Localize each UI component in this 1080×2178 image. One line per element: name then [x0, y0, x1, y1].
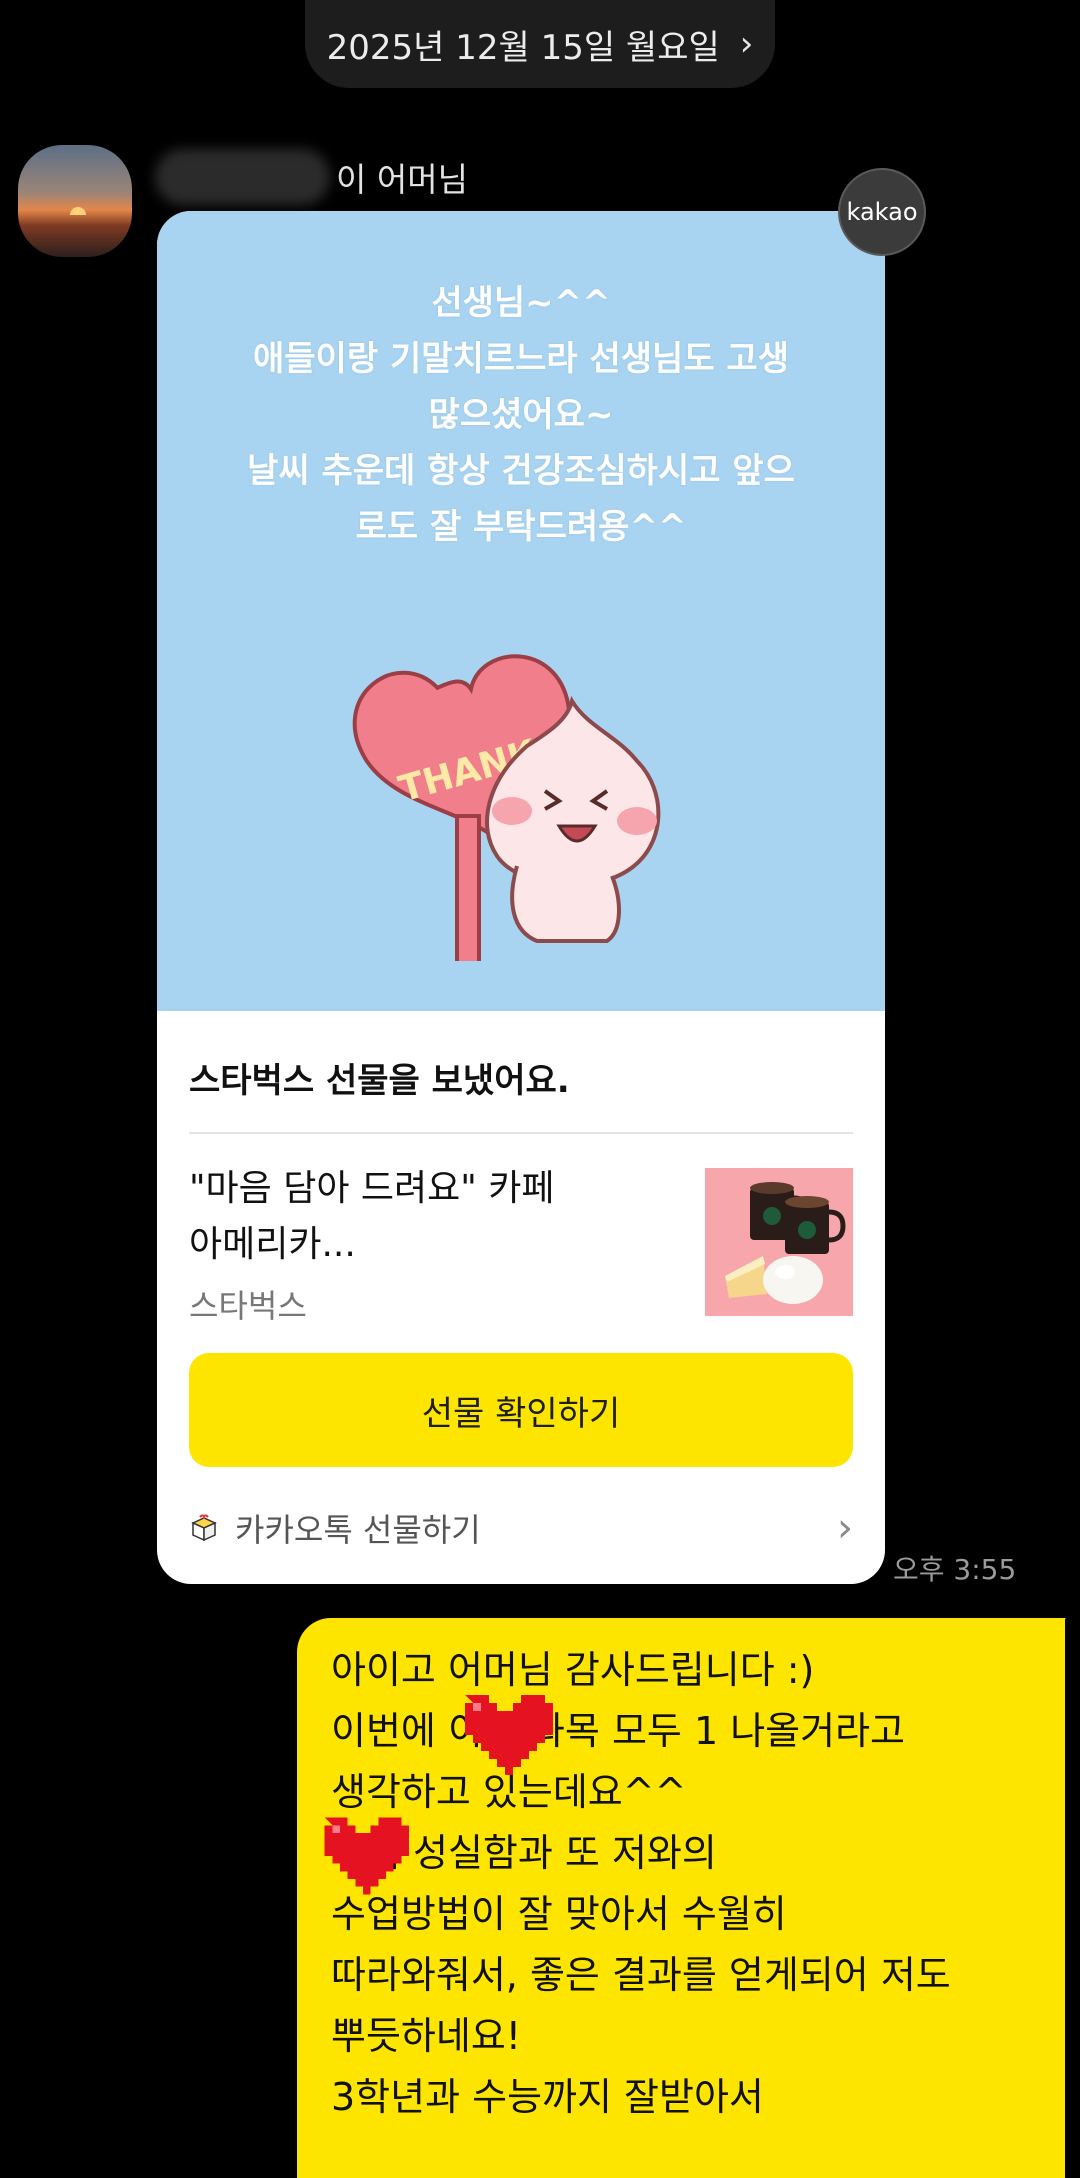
message-line: 애들이랑 기말치르느라 선생님도 고생	[253, 339, 789, 379]
gift-card[interactable]: 선생님~^^ 애들이랑 기말치르느라 선생님도 고생 많으셨어요~ 날씨 추운데…	[157, 211, 885, 1584]
sender-suffix: 이 어머님	[336, 160, 468, 199]
kakao-badge[interactable]: kakao	[838, 168, 926, 256]
message-line: 아이고 어머님 감사드립니다 :)	[331, 1648, 815, 1692]
kakaotalk-gift-link[interactable]: 카카오톡 선물하기 ›	[189, 1501, 853, 1555]
product-name-line: 아메리카...	[189, 1224, 356, 1265]
message-line: 3학년과 수능까지 잘받아서	[331, 2075, 764, 2119]
product-name[interactable]: "마음 담아 드려요" 카페 아메리카...	[189, 1161, 609, 1273]
card-message: 선생님~^^ 애들이랑 기말치르느라 선생님도 고생 많으셨어요~ 날씨 추운데…	[177, 275, 865, 555]
message-line: 생각하고 있는데요^^	[331, 1770, 687, 1814]
product-brand: 스타벅스	[189, 1287, 307, 1325]
divider	[189, 1132, 853, 1134]
message-line: 이번에 이 두과목 모두 1 나올거라고	[331, 1709, 906, 1753]
message-line: 로도 잘 부탁드려용^^	[355, 507, 687, 547]
sender-name: 이 어머님	[155, 149, 468, 205]
gift-box-icon	[191, 1514, 217, 1542]
product-image[interactable]	[705, 1168, 853, 1316]
view-gift-button[interactable]: 선물 확인하기	[189, 1353, 853, 1467]
message-line: 수업방법이 잘 맞아서 수월히	[331, 1892, 787, 1936]
chevron-right-icon: ›	[739, 24, 754, 64]
message-timestamp: 오후 3:55	[893, 1553, 1017, 1586]
outgoing-message-text: 아이고 어머님 감사드립니다 :) 이번에 이 두과목 모두 1 나올거라고 생…	[331, 1640, 1051, 2128]
thanks-peach-sticker: THANKS	[352, 654, 661, 961]
date-header[interactable]: 2025년 12월 15일 월요일 ›	[305, 0, 775, 88]
heart-redaction-icon	[324, 1817, 409, 1895]
message-line: 따라와줘서, 좋은 결과를 얻게되어 저도	[331, 1953, 951, 1997]
heart-redaction-icon	[465, 1695, 553, 1775]
card-message-area: 선생님~^^ 애들이랑 기말치르느라 선생님도 고생 많으셨어요~ 날씨 추운데…	[157, 211, 885, 1011]
date-label: 2025년 12월 15일 월요일	[326, 27, 720, 68]
chevron-right-icon: ›	[837, 1505, 853, 1551]
gift-footer-label: 카카오톡 선물하기	[235, 1511, 481, 1549]
product-name-line: "마음 담아 드려요" 카페	[189, 1168, 555, 1209]
message-line: 이의 성실함과 또 저와의	[331, 1831, 717, 1875]
outgoing-message-bubble[interactable]: 아이고 어머님 감사드립니다 :) 이번에 이 두과목 모두 1 나올거라고 생…	[297, 1618, 1065, 2178]
redacted-name-mask	[155, 149, 330, 205]
gift-card-title: 스타벅스 선물을 보냈어요.	[189, 1061, 570, 1101]
avatar[interactable]	[18, 145, 132, 257]
message-line: 날씨 추운데 항상 건강조심하시고 앞으	[247, 451, 795, 491]
message-line: 선생님~^^	[431, 283, 611, 323]
message-line: 많으셨어요~	[428, 395, 614, 435]
message-line: 뿌듯하네요!	[331, 2014, 522, 2058]
